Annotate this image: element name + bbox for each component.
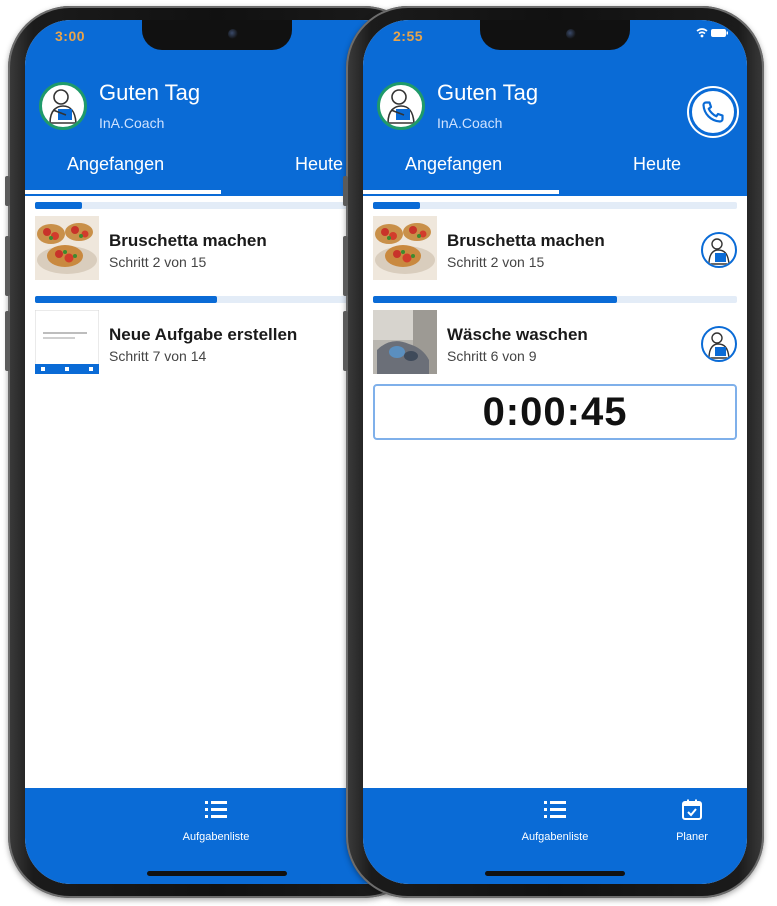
active-tab-indicator — [363, 190, 559, 194]
progress-fill — [35, 296, 217, 303]
task-title: Neue Aufgabe erstellen — [109, 325, 298, 344]
front-camera — [566, 29, 576, 39]
coach-avatar[interactable] — [39, 82, 87, 130]
status-time: 3:00 — [55, 28, 86, 44]
task-title: Bruschetta machen — [109, 231, 267, 250]
screen: 2:55 Guten Tag InA.Coach Angefangen Heut… — [363, 20, 747, 884]
coach-help-button[interactable] — [701, 326, 737, 362]
app-header: 2:55 Guten Tag InA.Coach Angefangen Heut… — [363, 20, 747, 196]
tab-angefangen[interactable]: Angefangen — [405, 154, 502, 175]
coach-avatar[interactable] — [377, 82, 425, 130]
volume-down-button — [5, 311, 10, 371]
progress-track — [373, 202, 737, 209]
call-button[interactable] — [689, 88, 737, 136]
laundry-thumbnail — [373, 310, 437, 374]
phone-right: 2:55 Guten Tag InA.Coach Angefangen Heut… — [343, 6, 764, 898]
battery-icon — [711, 29, 726, 37]
notch — [142, 20, 292, 50]
home-indicator — [147, 871, 287, 876]
task-item[interactable]: Wäsche waschen Schritt 6 von 9 — [373, 296, 737, 384]
bruschetta-thumbnail — [35, 216, 99, 280]
wifi-icon — [696, 28, 708, 32]
task-timer: 0:00:45 — [373, 384, 737, 440]
home-indicator — [485, 871, 625, 876]
coach-figure-icon — [708, 238, 730, 265]
progress-fill — [373, 202, 421, 209]
phone-icon — [702, 101, 724, 123]
coach-figure-icon — [708, 332, 730, 359]
brand-subtitle: InA.Coach — [437, 115, 503, 131]
mute-switch — [343, 176, 348, 206]
task-item[interactable]: Bruschetta machen Schritt 2 von 15 — [373, 202, 737, 290]
bruschetta-thumbnail — [373, 216, 437, 280]
front-camera — [228, 29, 238, 39]
progress-track — [35, 296, 399, 303]
tab-heute[interactable]: Heute — [633, 154, 681, 175]
greeting-title: Guten Tag — [437, 80, 539, 105]
progress-fill — [35, 202, 83, 209]
progress-track — [373, 296, 737, 303]
coach-help-button[interactable] — [701, 232, 737, 268]
calendar-icon — [682, 799, 702, 820]
active-tab-indicator — [25, 190, 221, 194]
nav-planer[interactable]: Planer — [647, 798, 737, 843]
task-title: Bruschetta machen — [447, 231, 605, 250]
status-icons — [695, 27, 729, 42]
tab-heute[interactable]: Heute — [295, 154, 343, 175]
bottom-tab-bar: Aufgabenliste Planer — [363, 788, 747, 884]
document-thumbnail — [35, 310, 99, 374]
volume-up-button — [343, 236, 348, 296]
notch — [480, 20, 630, 50]
task-step: Schritt 7 von 14 — [109, 348, 207, 364]
list-icon — [544, 801, 566, 818]
volume-up-button — [5, 236, 10, 296]
progress-fill — [373, 296, 617, 303]
nav-label: Aufgabenliste — [182, 831, 250, 843]
coach-figure-icon — [49, 89, 77, 124]
mute-switch — [5, 176, 10, 206]
brand-subtitle: InA.Coach — [99, 115, 165, 131]
greeting-title: Guten Tag — [99, 80, 201, 105]
status-time: 2:55 — [393, 28, 424, 44]
nav-label: Aufgabenliste — [521, 831, 589, 843]
coach-figure-icon — [387, 89, 415, 124]
task-step: Schritt 6 von 9 — [447, 348, 537, 364]
tab-angefangen[interactable]: Angefangen — [67, 154, 164, 175]
nav-aufgabenliste[interactable]: Aufgabenliste — [171, 798, 261, 843]
list-icon — [205, 801, 227, 818]
task-step: Schritt 2 von 15 — [109, 254, 207, 270]
volume-down-button — [343, 311, 348, 371]
task-title: Wäsche waschen — [447, 325, 588, 344]
task-step: Schritt 2 von 15 — [447, 254, 545, 270]
nav-label: Planer — [676, 831, 708, 843]
nav-aufgabenliste[interactable]: Aufgabenliste — [510, 798, 600, 843]
